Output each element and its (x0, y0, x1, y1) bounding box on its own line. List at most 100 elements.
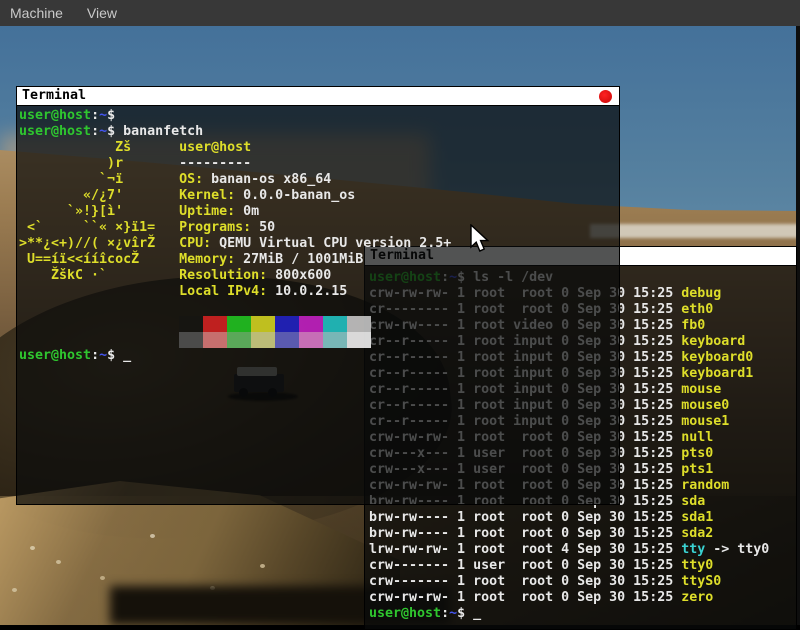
terminal-text: 27MiB / 1001MiB (235, 252, 363, 267)
terminal-text: $ (107, 348, 123, 363)
color-palette-swatch (275, 316, 299, 332)
palette-indent (19, 332, 179, 348)
terminal-row: ŽškC ·` Resolution: 800x600 (19, 268, 619, 284)
terminal-text: : (441, 606, 449, 621)
terminal-row: Zš user@host (19, 140, 619, 156)
terminal-text: sda2 (681, 526, 713, 541)
close-button[interactable] (599, 90, 612, 103)
terminal-row: Local IPv4: 10.0.2.15 (19, 284, 619, 300)
terminal-row (19, 332, 619, 348)
terminal-text: user@host (179, 140, 251, 155)
terminal-row: lrw-rw-rw- 1 root root 4 Sep 30 15:25 tt… (369, 542, 796, 558)
terminal-text: lrw-rw-rw- 1 root root 4 Sep 30 15:25 (369, 542, 681, 557)
terminal-text: mouse1 (681, 414, 729, 429)
fetch-terminal-content[interactable]: user@host:~$user@host:~$ bananfetch Zš u… (17, 106, 619, 504)
terminal-text: $ (107, 124, 123, 139)
terminal-text: crw-rw-rw- 1 root root 0 Sep 30 15:25 (369, 590, 681, 605)
terminal-text: mouse0 (681, 398, 729, 413)
terminal-text: user@host (19, 108, 91, 123)
terminal-row: `»!}[ì' Uptime: 0m (19, 204, 619, 220)
color-palette-swatch (251, 332, 275, 348)
terminal-text: keyboard0 (681, 350, 753, 365)
terminal-text: OS: (179, 172, 203, 187)
terminal-text: ŽškC ·` (19, 268, 179, 283)
terminal-text: user@host (19, 124, 91, 139)
terminal-text: sda1 (681, 510, 713, 525)
terminal-window-fetch[interactable]: Terminal user@host:~$user@host:~$ bananf… (16, 86, 620, 505)
terminal-row: brw-rw---- 1 root root 0 Sep 30 15:25 sd… (369, 510, 796, 526)
terminal-text: mouse (681, 382, 721, 397)
terminal-text: keyboard1 (681, 366, 753, 381)
menu-machine[interactable]: Machine (0, 0, 75, 26)
color-palette-swatch (323, 316, 347, 332)
terminal-text: brw-rw---- 1 root root 0 Sep 30 15:25 (369, 510, 681, 525)
color-palette-swatch (251, 316, 275, 332)
terminal-text: user@host (369, 606, 441, 621)
terminal-text: zero (681, 590, 713, 605)
terminal-text: -> tty0 (705, 542, 769, 557)
color-palette-swatch (179, 332, 203, 348)
color-palette-swatch (299, 332, 323, 348)
terminal-text: : (91, 124, 99, 139)
color-palette-swatch (275, 332, 299, 348)
terminal-text: crw------- 1 user root 0 Sep 30 15:25 (369, 558, 681, 573)
terminal-row: )r --------- (19, 156, 619, 172)
terminal-text: tty (681, 542, 705, 557)
terminal-text: $ (457, 606, 473, 621)
color-palette-swatch (203, 316, 227, 332)
terminal-row: crw------- 1 root root 0 Sep 30 15:25 tt… (369, 574, 796, 590)
terminal-text: Zš (19, 140, 179, 155)
terminal-text: 0.0.0-banan_os (235, 188, 355, 203)
palette-indent (19, 316, 179, 332)
color-palette-swatch (227, 332, 251, 348)
terminal-row: crw------- 1 user root 0 Sep 30 15:25 tt… (369, 558, 796, 574)
terminal-text: : (91, 348, 99, 363)
terminal-row (19, 316, 619, 332)
color-palette-swatch (299, 316, 323, 332)
terminal-text: fb0 (681, 318, 705, 333)
terminal-row: `¬ï OS: banan-os x86_64 (19, 172, 619, 188)
terminal-text: Programs: (179, 220, 251, 235)
terminal-row: brw-rw---- 1 root root 0 Sep 30 15:25 sd… (369, 526, 796, 542)
terminal-text: _ (473, 606, 481, 621)
terminal-text: 0m (235, 204, 259, 219)
terminal-row: >**¿<+)//( ×¿vîrŽ CPU: QEMU Virtual CPU … (19, 236, 619, 252)
terminal-text: null (681, 430, 713, 445)
terminal-text: bananfetch (123, 124, 203, 139)
color-palette-swatch (203, 332, 227, 348)
terminal-text: keyboard (681, 334, 745, 349)
color-palette-swatch (179, 316, 203, 332)
wallpaper-scattered-rocks (30, 546, 35, 550)
terminal-text: 800x600 (267, 268, 331, 283)
terminal-text: <` ``« ×}ï1= (19, 220, 179, 235)
terminal-text: Uptime: (179, 204, 235, 219)
terminal-row: user@host:~$ _ (19, 348, 619, 364)
terminal-text: $ (107, 108, 115, 123)
terminal-row: «/¿7' Kernel: 0.0.0-banan_os (19, 188, 619, 204)
color-palette-swatch (323, 332, 347, 348)
terminal-text: Resolution: (179, 268, 267, 283)
terminal-row: <` ``« ×}ï1= Programs: 50 (19, 220, 619, 236)
terminal-text: ~ (99, 108, 107, 123)
terminal-text: : (91, 108, 99, 123)
terminal-text: debug (681, 286, 721, 301)
menu-view[interactable]: View (75, 0, 129, 26)
terminal-text: ~ (99, 348, 107, 363)
terminal-text (19, 284, 179, 299)
terminal-text: Local IPv4: (179, 284, 267, 299)
terminal-text: crw------- 1 root root 0 Sep 30 15:25 (369, 574, 681, 589)
wallpaper-white-rock-band (590, 224, 800, 238)
fetch-titlebar[interactable]: Terminal (17, 87, 619, 106)
terminal-text: random (681, 478, 729, 493)
terminal-row: U==íï<<ííîcocŽ Memory: 27MiB / 1001MiB (19, 252, 619, 268)
terminal-text: banan-os x86_64 (203, 172, 331, 187)
terminal-text: sda (681, 494, 705, 509)
terminal-text: Memory: (179, 252, 235, 267)
terminal-text: eth0 (681, 302, 713, 317)
terminal-row (19, 300, 619, 316)
terminal-text: 10.0.2.15 (267, 284, 347, 299)
color-palette-swatch (227, 316, 251, 332)
terminal-text: QEMU Virtual CPU version 2.5+ (211, 236, 451, 251)
color-palette-swatch (347, 316, 371, 332)
terminal-text: 50 (251, 220, 275, 235)
